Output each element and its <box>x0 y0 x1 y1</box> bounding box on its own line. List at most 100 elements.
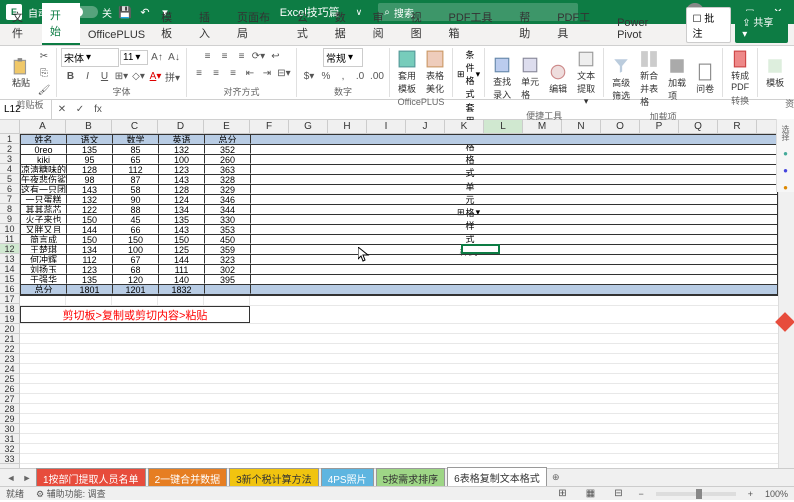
row-header-4[interactable]: 4 <box>0 164 19 174</box>
cell[interactable]: 98 <box>67 175 113 184</box>
cell[interactable]: 95 <box>67 155 113 164</box>
textextract-button[interactable]: 文本提取▾ <box>573 48 599 109</box>
edit-button[interactable]: 编辑 <box>545 61 571 97</box>
zoom-slider[interactable] <box>656 492 736 496</box>
font-size[interactable]: 11▾ <box>120 50 148 65</box>
cell[interactable]: 344 <box>205 205 251 214</box>
cell[interactable] <box>204 296 250 305</box>
tab-pdfkit[interactable]: PDF工具箱 <box>441 5 512 45</box>
row-header-16[interactable]: 16 <box>0 284 19 294</box>
col-header-H[interactable]: H <box>328 120 367 133</box>
view-layout-icon[interactable]: ▦ <box>582 486 598 502</box>
cell[interactable] <box>112 296 158 305</box>
cell[interactable]: 135 <box>67 145 113 154</box>
format-painter-icon[interactable]: 🖌 <box>36 82 52 98</box>
cell[interactable]: 140 <box>159 275 205 284</box>
row-header-33[interactable]: 33 <box>0 454 19 464</box>
col-header-D[interactable]: D <box>158 120 204 133</box>
cell[interactable]: 144 <box>159 255 205 264</box>
undo-icon[interactable]: ↶ <box>138 5 152 19</box>
row-header-27[interactable]: 27 <box>0 394 19 404</box>
row-header-26[interactable]: 26 <box>0 384 19 394</box>
enter-icon[interactable]: ✓ <box>72 102 88 118</box>
view-break-icon[interactable]: ⊟ <box>610 486 626 502</box>
cell[interactable]: 66 <box>113 225 159 234</box>
cell[interactable]: 143 <box>159 175 205 184</box>
cell[interactable]: 150 <box>67 215 113 224</box>
cell[interactable]: 346 <box>205 195 251 204</box>
cell[interactable]: 100 <box>113 245 159 254</box>
tab-formula[interactable]: 公式 <box>289 5 327 45</box>
col-header-M[interactable]: M <box>523 120 562 133</box>
indent-inc-icon[interactable]: ⇥ <box>259 65 275 81</box>
cell[interactable]: 1201 <box>113 285 159 294</box>
align-right-icon[interactable]: ≡ <box>225 65 241 81</box>
col-header-C[interactable]: C <box>112 120 158 133</box>
row-header-19[interactable]: 19 <box>0 314 19 324</box>
finance-button[interactable]: 财务报表 <box>790 48 794 97</box>
sheet-tab-2[interactable]: 2一键合并数据 <box>148 468 228 488</box>
row-header-17[interactable]: 17 <box>0 294 19 304</box>
dec-inc-icon[interactable]: .0 <box>352 68 368 84</box>
dec-dec-icon[interactable]: .00 <box>369 68 385 84</box>
row-header-20[interactable]: 20 <box>0 324 19 334</box>
cell[interactable]: 88 <box>113 205 159 214</box>
row-header-28[interactable]: 28 <box>0 404 19 414</box>
cell[interactable]: 134 <box>67 245 113 254</box>
currency-icon[interactable]: $▾ <box>301 68 317 84</box>
align-mid-icon[interactable]: ≡ <box>217 48 233 64</box>
sheet-tab-5[interactable]: 5按需求排序 <box>376 468 446 488</box>
fx-icon[interactable]: fx <box>90 102 106 118</box>
zoom-out-icon[interactable]: − <box>638 489 643 499</box>
cell[interactable]: 67 <box>113 255 159 264</box>
col-header-E[interactable]: E <box>204 120 250 133</box>
cell[interactable]: kiki <box>21 155 67 164</box>
phonetic-icon[interactable]: 拼▾ <box>165 68 181 84</box>
cell[interactable]: 火子来也 <box>21 215 67 224</box>
tab-officeplus[interactable]: OfficePLUS <box>80 25 153 45</box>
sheet-tab-6[interactable]: 6表格复制文本格式 <box>447 467 547 488</box>
cell[interactable] <box>205 285 251 294</box>
merge-table-button[interactable]: 新合并表格 <box>636 48 662 110</box>
row-header-8[interactable]: 8 <box>0 204 19 214</box>
cell[interactable]: 总分 <box>21 285 67 294</box>
cell[interactable]: 85 <box>113 145 159 154</box>
row-header-3[interactable]: 3 <box>0 154 19 164</box>
col-header-O[interactable]: O <box>601 120 640 133</box>
cell[interactable]: 王楚琪 <box>21 245 67 254</box>
template-button[interactable]: 模板 <box>762 55 788 91</box>
cell[interactable]: 语文 <box>67 135 113 144</box>
cell[interactable]: 简言成 <box>21 235 67 244</box>
cell[interactable]: 123 <box>67 265 113 274</box>
side-select[interactable]: 选择 <box>780 125 791 141</box>
cell[interactable]: 111 <box>159 265 205 274</box>
row-header-21[interactable]: 21 <box>0 334 19 344</box>
advfilter-button[interactable]: 高级筛选 <box>608 55 634 104</box>
cell[interactable]: 1801 <box>67 285 113 294</box>
col-header-N[interactable]: N <box>562 120 601 133</box>
bold-icon[interactable]: B <box>63 68 79 84</box>
cell[interactable]: 132 <box>159 145 205 154</box>
cell[interactable]: 260 <box>205 155 251 164</box>
cell[interactable]: 0reo <box>21 145 67 154</box>
row-header-23[interactable]: 23 <box>0 354 19 364</box>
row-header-15[interactable]: 15 <box>0 274 19 284</box>
align-left-icon[interactable]: ≡ <box>191 65 207 81</box>
percent-icon[interactable]: % <box>318 68 334 84</box>
cell[interactable]: 144 <box>67 225 113 234</box>
cell[interactable]: 124 <box>159 195 205 204</box>
col-header-B[interactable]: B <box>66 120 112 133</box>
table-beautify-button[interactable]: 表格美化 <box>422 48 448 97</box>
col-header-Q[interactable]: Q <box>679 120 718 133</box>
cell[interactable]: 英语 <box>159 135 205 144</box>
cell[interactable]: 90 <box>113 195 159 204</box>
col-header-A[interactable]: A <box>20 120 66 133</box>
comma-icon[interactable]: , <box>335 68 351 84</box>
tab-review[interactable]: 审阅 <box>365 5 403 45</box>
tab-pdftool[interactable]: PDF工具 <box>549 5 609 45</box>
cell[interactable]: 150 <box>67 235 113 244</box>
cell[interactable]: 一只蛋糕 <box>21 195 67 204</box>
row-header-22[interactable]: 22 <box>0 344 19 354</box>
col-header-K[interactable]: K <box>445 120 484 133</box>
cell[interactable]: 329 <box>205 185 251 194</box>
